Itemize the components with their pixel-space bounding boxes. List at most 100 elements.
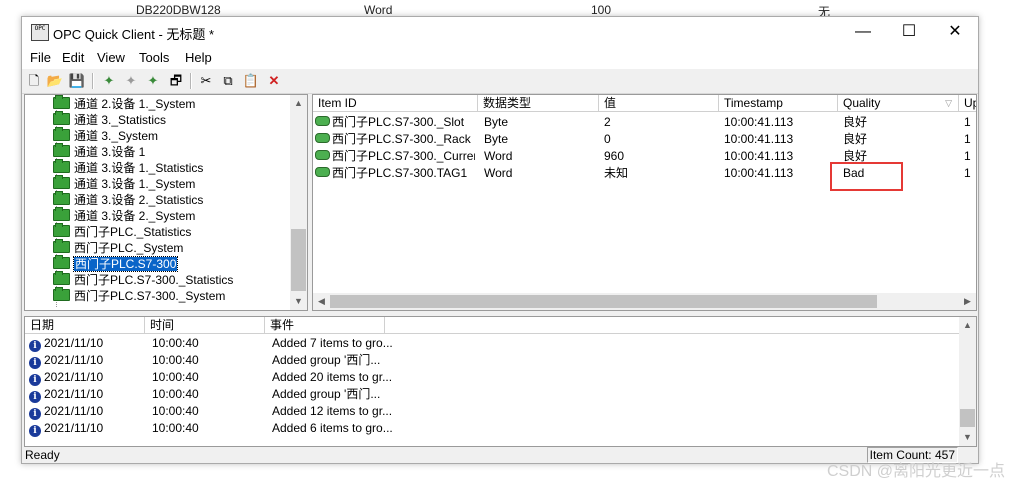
info-icon: i — [29, 425, 41, 437]
copy-icon[interactable]: ⧉ — [219, 72, 237, 90]
tree-item[interactable]: 通道 3.设备 1._Statistics — [53, 159, 203, 176]
log-time-cell: 10:00:40 — [152, 353, 199, 367]
log-event-cell: Added 20 items to gr... — [272, 370, 393, 384]
folder-icon — [53, 111, 70, 125]
log-date-text: 2021/11/10 — [44, 336, 104, 350]
column-header-event[interactable]: 事件 — [265, 317, 385, 334]
delete-icon[interactable]: ✕ — [265, 72, 283, 90]
log-event-cell: Added 12 items to gr... — [272, 404, 393, 418]
item-id-cell[interactable]: 西门子PLC.S7-300._Rack — [315, 131, 475, 148]
column-header-date[interactable]: 日期 — [25, 317, 145, 334]
tree-item-label: 通道 3._System — [74, 129, 159, 143]
scroll-up-arrow-icon[interactable]: ▲ — [959, 317, 976, 334]
cut-icon[interactable]: ✂ — [197, 72, 215, 90]
menu-view[interactable]: View — [97, 50, 125, 65]
scroll-down-arrow-icon[interactable]: ▼ — [290, 293, 307, 310]
opc-app-icon: OPC — [31, 24, 49, 41]
log-time-cell: 10:00:40 — [152, 336, 199, 350]
folder-icon — [53, 175, 70, 189]
folder-icon — [53, 143, 70, 157]
server-tree[interactable]: 通道 2.设备 1._System 通道 3._Statistics 通道 3.… — [24, 94, 308, 311]
folder-icon — [53, 95, 70, 109]
item-list[interactable]: Item ID 数据类型 值 Timestamp Quality ▽ Up 西门子… — [312, 94, 977, 311]
column-header-value[interactable]: 值 — [599, 95, 719, 112]
log-date-cell: i 2021/11/10 — [29, 369, 103, 386]
item-id-text: 西门子PLC.S7-300._Slot — [332, 115, 465, 129]
tree-item[interactable]: 西门子PLC.S7-300._System — [53, 287, 226, 304]
column-header-quality[interactable]: Quality ▽ — [838, 95, 959, 112]
column-header-update[interactable]: Up — [959, 95, 976, 112]
scroll-down-arrow-icon[interactable]: ▼ — [959, 429, 976, 446]
log-event-cell: Added 6 items to gro... — [272, 421, 393, 435]
item-type-cell: Word — [484, 166, 513, 180]
folder-icon — [53, 207, 70, 221]
item-timestamp-cell: 10:00:41.113 — [724, 115, 794, 129]
tree-item[interactable]: 通道 2.设备 1._System — [53, 95, 195, 112]
info-icon: i — [29, 408, 41, 420]
menu-help[interactable]: Help — [185, 50, 212, 65]
scrollbar-thumb[interactable] — [291, 229, 306, 291]
log-time-cell: 10:00:40 — [152, 387, 199, 401]
tree-vertical-scrollbar[interactable]: ▲ ▼ — [290, 95, 307, 310]
tree-item[interactable]: 西门子PLC.S7-300._Statistics — [53, 271, 233, 288]
tree-item[interactable]: 通道 3.设备 1._System — [53, 175, 196, 192]
menu-tools[interactable]: Tools — [139, 50, 169, 65]
log-vertical-scrollbar[interactable]: ▲ ▼ — [959, 317, 976, 446]
item-type-cell: Byte — [484, 132, 509, 146]
tree-item[interactable]: 西门子PLC._Statistics — [53, 223, 191, 240]
tree-item[interactable]: 通道 3._System — [53, 127, 159, 144]
maximize-button[interactable]: ☐ — [886, 17, 932, 47]
new-item-icon[interactable]: ✦ — [144, 72, 162, 90]
toolbar: 🗋 📂 💾 ✦ ✦ ✦ 🗗 ✂ ⧉ 📋 ✕ — [22, 69, 978, 94]
open-icon[interactable]: 📂 — [46, 72, 64, 90]
new-server-icon[interactable]: ✦ — [100, 72, 118, 90]
scrollbar-thumb[interactable] — [960, 409, 975, 427]
tag-icon — [315, 133, 330, 143]
column-header-timestamp[interactable]: Timestamp — [719, 95, 838, 112]
close-button[interactable]: ✕ — [932, 17, 978, 47]
list-horizontal-scrollbar[interactable]: ◀ ▶ — [313, 293, 976, 310]
item-type-cell: Word — [484, 149, 513, 163]
item-id-text: 西门子PLC.S7-300._Rack — [332, 132, 471, 146]
scroll-left-arrow-icon[interactable]: ◀ — [313, 293, 330, 310]
minimize-button[interactable]: — — [840, 17, 886, 47]
column-header-item-id[interactable]: Item ID — [313, 95, 478, 112]
log-date-text: 2021/11/10 — [44, 370, 104, 384]
background-cell: Word — [364, 3, 393, 17]
folder-icon — [53, 271, 70, 285]
new-icon[interactable]: 🗋 — [25, 72, 43, 90]
tree-item[interactable]: 西门子PLC._System — [53, 239, 183, 256]
scrollbar-thumb[interactable] — [330, 295, 877, 308]
column-header-time[interactable]: 时间 — [145, 317, 265, 334]
menu-edit[interactable]: Edit — [62, 50, 84, 65]
log-date-text: 2021/11/10 — [44, 404, 104, 418]
item-id-cell[interactable]: 西门子PLC.S7-300._Slot — [315, 114, 475, 131]
tag-icon — [315, 167, 330, 177]
tree-item[interactable]: 通道 3._Statistics — [53, 111, 166, 128]
menu-file[interactable]: File — [30, 50, 51, 65]
log-date-text: 2021/11/10 — [44, 353, 104, 367]
title-bar[interactable]: OPC OPC Quick Client - 无标题 * — ☐ ✕ — [22, 17, 978, 47]
tree-item-label: 西门子PLC.S7-300._System — [74, 289, 226, 303]
tag-icon — [315, 116, 330, 126]
properties-icon[interactable]: 🗗 — [167, 72, 185, 90]
paste-icon[interactable]: 📋 — [242, 72, 260, 90]
item-id-cell[interactable]: 西门子PLC.S7-300._Current... — [315, 148, 475, 165]
column-header-data-type[interactable]: 数据类型 — [478, 95, 599, 112]
log-time-cell: 10:00:40 — [152, 404, 199, 418]
log-time-cell: 10:00:40 — [152, 421, 199, 435]
tree-item-label: 通道 3.设备 1._System — [74, 177, 196, 191]
tree-item[interactable]: 通道 3.设备 2._System — [53, 207, 195, 224]
scroll-up-arrow-icon[interactable]: ▲ — [290, 95, 307, 112]
scroll-right-arrow-icon[interactable]: ▶ — [959, 293, 976, 310]
tree-item[interactable]: 通道 3.设备 2._Statistics — [53, 191, 203, 208]
item-timestamp-cell: 10:00:41.113 — [724, 132, 794, 146]
event-log[interactable]: 日期 时间 事件 i 2021/11/10 10:00:40 Added 7 it… — [24, 316, 977, 447]
item-timestamp-cell: 10:00:41.113 — [724, 166, 794, 180]
item-id-text: 西门子PLC.S7-300.TAG1 — [332, 166, 468, 180]
new-group-icon[interactable]: ✦ — [122, 72, 140, 90]
item-id-cell[interactable]: 西门子PLC.S7-300.TAG1 — [315, 165, 475, 182]
tree-item-selected[interactable]: 西门子PLC.S7-300 — [53, 255, 179, 272]
save-icon[interactable]: 💾 — [68, 72, 86, 90]
tree-item[interactable]: 通道 3.设备 1 — [53, 143, 145, 160]
